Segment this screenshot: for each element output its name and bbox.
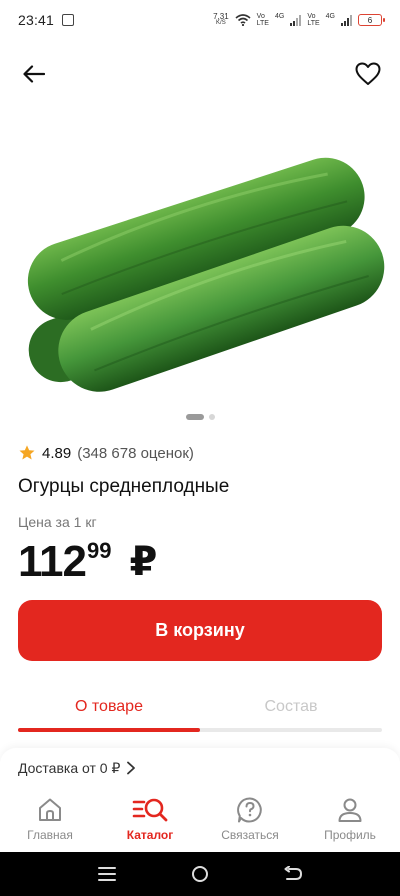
cucumber-image	[27, 157, 385, 392]
top-bar	[0, 52, 400, 96]
star-icon	[19, 445, 35, 460]
sim2-network-type: 4G	[325, 13, 335, 20]
nav-contact-label: Связаться	[221, 828, 279, 842]
bottom-nav: Главная Каталог Связаться Профиль	[0, 786, 400, 852]
profile-icon	[338, 798, 362, 822]
back-button[interactable]	[18, 60, 50, 88]
pager-dot[interactable]	[208, 414, 215, 420]
product-title: Огурцы среднеплодные	[18, 476, 230, 497]
arrow-left-icon	[23, 65, 45, 83]
network-speed-unit: K/S	[216, 20, 226, 26]
sim1-volte-bottom: LTE	[256, 20, 269, 27]
add-to-cart-button[interactable]: В корзину	[18, 600, 382, 661]
rating[interactable]: 4.89 (348 678 оценок)	[18, 444, 194, 462]
sim2-signal-icon	[341, 14, 352, 26]
nav-home-label: Главная	[27, 828, 73, 842]
nav-home[interactable]: Главная	[0, 786, 100, 852]
price-main: 112	[18, 537, 87, 586]
sim1-volte: Vo LTE	[257, 13, 269, 27]
status-bar: 23:41 7,31 K/S Vo LTE 4G Vo LTE 4G 6	[0, 0, 400, 40]
price-label: Цена за 1 кг	[18, 514, 97, 530]
nav-contact[interactable]: Связаться	[200, 786, 300, 852]
sim2-volte-bottom: LTE	[307, 20, 320, 27]
chevron-right-icon	[127, 761, 136, 775]
system-back-button[interactable]	[273, 859, 313, 889]
system-navigation-bar	[0, 852, 400, 896]
nav-catalog-label: Каталог	[126, 828, 174, 842]
system-home-button[interactable]	[180, 859, 220, 889]
image-pager	[0, 414, 400, 420]
rating-count: (348 678 оценок)	[77, 444, 194, 462]
pager-dot-active[interactable]	[185, 414, 204, 420]
wifi-icon	[235, 14, 251, 26]
delivery-text: Доставка от 0 ₽	[18, 759, 121, 776]
network-speed-value: 7,31	[213, 12, 229, 21]
home-icon	[39, 798, 61, 821]
sim1-volte-top: Vo	[256, 13, 265, 20]
favorite-button[interactable]	[352, 58, 384, 90]
product-tabs: О товаре Состав	[18, 690, 382, 734]
network-speed: 7,31 K/S	[213, 13, 229, 27]
nav-profile-label: Профиль	[324, 828, 376, 842]
circle-home-icon	[191, 866, 208, 882]
delivery-info[interactable]: Доставка от 0 ₽	[0, 748, 400, 788]
sim2-volte: Vo LTE	[307, 13, 319, 27]
sim1-signal-icon	[290, 14, 302, 26]
system-menu-button[interactable]	[87, 859, 127, 889]
battery-level: 6	[367, 15, 373, 25]
nav-catalog[interactable]: Каталог	[100, 786, 200, 852]
heart-outline-icon	[355, 62, 381, 85]
tab-about[interactable]: О товаре	[18, 690, 200, 724]
sim1-network-type: 4G	[274, 13, 285, 20]
status-time: 23:41	[18, 12, 55, 28]
status-indicators: 7,31 K/S Vo LTE 4G Vo LTE 4G 6	[213, 13, 385, 27]
tab-indicator	[18, 728, 200, 732]
sim2-volte-top: Vo	[307, 13, 316, 20]
sim-notification-icon	[62, 14, 75, 26]
price-currency: ₽	[129, 540, 158, 584]
price-cents: 99	[86, 538, 112, 563]
question-icon	[237, 797, 262, 823]
nav-profile[interactable]: Профиль	[300, 786, 400, 852]
catalog-search-icon	[132, 798, 168, 822]
menu-icon	[97, 867, 116, 881]
rating-value: 4.89	[42, 444, 72, 462]
price: 112 99 ₽	[18, 534, 157, 590]
system-back-icon	[284, 866, 303, 880]
product-image[interactable]	[0, 130, 400, 400]
tab-composition[interactable]: Состав	[200, 690, 382, 724]
battery-icon: 6	[358, 14, 385, 26]
